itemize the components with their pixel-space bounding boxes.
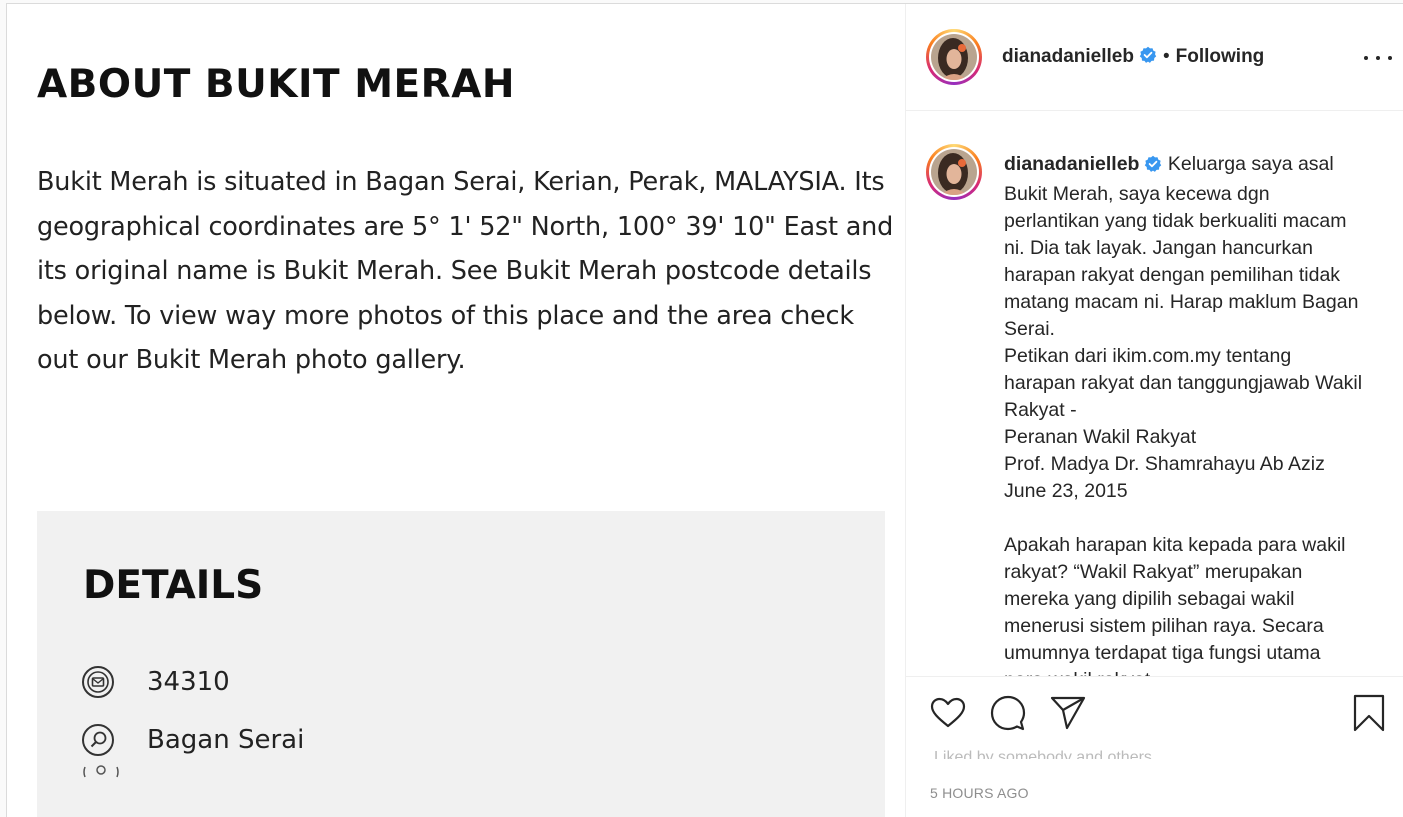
about-heading: ABOUT BUKIT MERAH [37,62,516,107]
mail-icon [81,665,115,699]
post-sidebar: dianadanielleb • Following dianadanielle… [905,4,1403,817]
caption-text: Keluarga saya asal Bukit Merah, saya kec… [1004,153,1363,676]
bookmark-icon[interactable] [1349,693,1389,733]
detail-postcode: 34310 [147,667,230,697]
verified-badge-icon [1139,46,1157,68]
avatar[interactable] [926,29,982,85]
about-body: Bukit Merah is situated in Bagan Serai, … [37,167,894,375]
header-separator: • [1162,46,1170,67]
partial-icon [81,764,121,778]
action-bar: Liked by somebody and others 5 HOURS AGO [906,676,1403,817]
more-options-icon[interactable] [1364,48,1392,68]
details-heading: DETAILS [83,563,264,608]
caption-avatar-photo [931,149,977,195]
avatar-photo [931,34,977,80]
detail-town: Bagan Serai [147,725,305,755]
caption: dianadanielleb Keluarga saya asal Bukit … [1004,151,1364,676]
heart-icon[interactable] [928,693,968,733]
post-modal: ABOUT BUKIT MERAH Bukit Merah is situate… [6,3,1403,817]
detail-row-postcode: 34310 [81,664,230,700]
caption-avatar[interactable] [926,144,982,200]
search-icon [81,723,115,757]
caption-verified-badge-icon [1144,154,1162,181]
comment-icon[interactable] [988,693,1028,733]
header-meta: dianadanielleb • Following [1002,46,1264,68]
share-icon[interactable] [1048,693,1088,733]
header-username[interactable]: dianadanielleb [1002,46,1134,68]
likes-summary[interactable]: Liked by somebody and others [934,745,1234,759]
caption-username[interactable]: dianadanielleb [1004,153,1139,175]
post-header: dianadanielleb • Following [906,4,1403,111]
comments-area[interactable]: dianadanielleb Keluarga saya asal Bukit … [906,111,1403,676]
post-image: ABOUT BUKIT MERAH Bukit Merah is situate… [7,4,905,817]
post-timestamp[interactable]: 5 HOURS AGO [930,785,1029,801]
following-button[interactable]: Following [1176,46,1265,68]
detail-row-town: Bagan Serai [81,722,304,758]
details-box: DETAILS 34310 Bagan Serai [37,511,885,817]
